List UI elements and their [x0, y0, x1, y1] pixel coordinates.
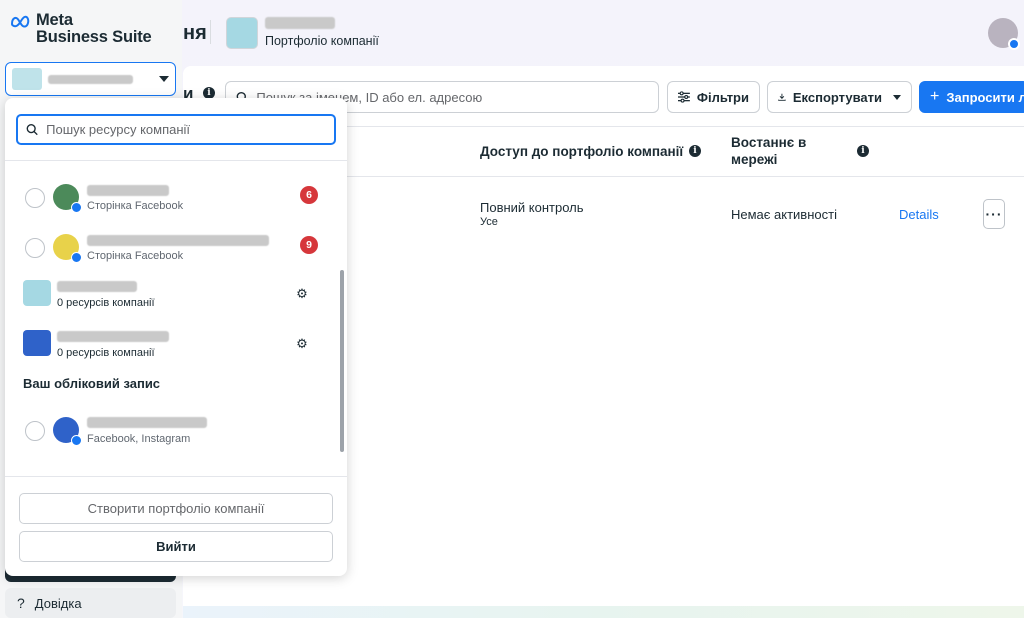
- list-item-subtitle: 0 ресурсів компанії: [57, 347, 155, 359]
- portfolio-name-redacted: [57, 331, 169, 342]
- dropdown-divider: [5, 476, 347, 477]
- filters-button[interactable]: Фільтри: [667, 81, 760, 113]
- radio-button[interactable]: [25, 238, 45, 258]
- facebook-badge-icon: [71, 435, 82, 446]
- account-name-redacted: [48, 74, 133, 84]
- portfolio-name-redacted: [57, 281, 137, 292]
- details-link[interactable]: Details: [899, 207, 939, 222]
- download-icon: [778, 93, 786, 101]
- invite-label: Запросити л: [946, 89, 1024, 105]
- list-item[interactable]: 0 ресурсів компанії ⚙: [5, 327, 335, 371]
- gear-icon[interactable]: ⚙: [295, 287, 309, 301]
- notification-count-badge: 9: [300, 236, 318, 254]
- help-label: Довідка: [34, 595, 82, 611]
- meta-logo-icon: [10, 15, 30, 28]
- page-name-redacted: [87, 235, 269, 246]
- page-avatar: [53, 184, 82, 213]
- business-thumbnail: [226, 17, 258, 49]
- filter-sliders-icon: [678, 91, 690, 103]
- page-title-partial: ня: [183, 22, 207, 44]
- page-name-redacted: [87, 185, 169, 196]
- list-item[interactable]: 0 ресурсів компанії ⚙: [5, 277, 335, 321]
- list-item-subtitle: Сторінка Facebook: [87, 200, 184, 212]
- section-label-your-account: Ваш обліковий запис: [23, 376, 161, 391]
- brand-line-2: Business Suite: [36, 28, 152, 46]
- portfolio-thumbnail: [23, 280, 51, 306]
- user-avatar[interactable]: [988, 18, 1020, 50]
- meta-business-suite-logo[interactable]: Meta Business Suite: [10, 12, 152, 46]
- asset-search-input[interactable]: [46, 122, 326, 137]
- brand-line-1: Meta: [36, 11, 73, 29]
- asset-list: Сторінка Facebook 6 Сторінка Facebook 9 …: [5, 161, 347, 475]
- chevron-down-icon: [893, 94, 901, 100]
- radio-button[interactable]: [25, 188, 45, 208]
- export-label: Експортувати: [792, 89, 882, 105]
- plus-icon: +: [930, 88, 940, 105]
- list-item-subtitle: Сторінка Facebook: [87, 250, 184, 262]
- list-item-subtitle: Facebook, Instagram: [87, 433, 191, 445]
- row-access-level: Повний контроль: [480, 200, 584, 215]
- list-item-subtitle: 0 ресурсів компанії: [57, 297, 155, 309]
- list-item[interactable]: Сторінка Facebook 9: [5, 226, 335, 270]
- business-switcher-dropdown: Сторінка Facebook 6 Сторінка Facebook 9 …: [5, 98, 347, 576]
- more-dots-icon: ···: [985, 206, 1003, 222]
- gear-icon[interactable]: ⚙: [295, 337, 309, 351]
- help-nav-item[interactable]: ? Довідка: [5, 588, 176, 618]
- info-icon[interactable]: i: [689, 145, 701, 157]
- create-business-portfolio-button[interactable]: Створити портфоліо компанії: [19, 493, 333, 524]
- facebook-badge-icon: [71, 252, 82, 263]
- portfolio-thumbnail: [23, 330, 51, 356]
- account-selector[interactable]: [5, 62, 176, 96]
- account-avatar: [53, 417, 82, 446]
- account-thumbnail: [12, 68, 42, 90]
- question-icon: ?: [17, 595, 25, 611]
- facebook-badge-icon: [1008, 38, 1020, 50]
- column-header-last-online: Востаннє в мережі: [731, 135, 807, 167]
- facebook-badge-icon: [71, 202, 82, 213]
- header-divider: [210, 20, 211, 44]
- bottom-gradient: [183, 606, 1024, 618]
- row-activity: Немає активності: [731, 207, 837, 222]
- column-header-access: Доступ до портфоліо компанії: [480, 144, 684, 159]
- list-item[interactable]: Сторінка Facebook 6: [5, 176, 335, 220]
- page-avatar: [53, 234, 82, 263]
- business-name-redacted: [265, 17, 335, 29]
- account-name-redacted: [87, 417, 207, 428]
- filters-label: Фільтри: [696, 89, 749, 105]
- info-icon[interactable]: i: [857, 145, 869, 157]
- invite-people-button[interactable]: + Запросити л: [919, 81, 1024, 113]
- logout-button[interactable]: Вийти: [19, 531, 333, 562]
- business-subtitle: Портфоліо компанії: [265, 34, 379, 48]
- export-button[interactable]: Експортувати: [767, 81, 912, 113]
- asset-search[interactable]: [16, 114, 336, 145]
- list-item[interactable]: Facebook, Instagram: [5, 411, 335, 455]
- notification-count-badge: 6: [300, 186, 318, 204]
- dropdown-scrollbar[interactable]: [340, 270, 344, 452]
- search-icon: [26, 124, 38, 136]
- triangle-down-icon: [159, 76, 169, 82]
- radio-button[interactable]: [25, 421, 45, 441]
- more-options-button[interactable]: ···: [983, 199, 1005, 229]
- row-access-scope: Усе: [480, 216, 498, 228]
